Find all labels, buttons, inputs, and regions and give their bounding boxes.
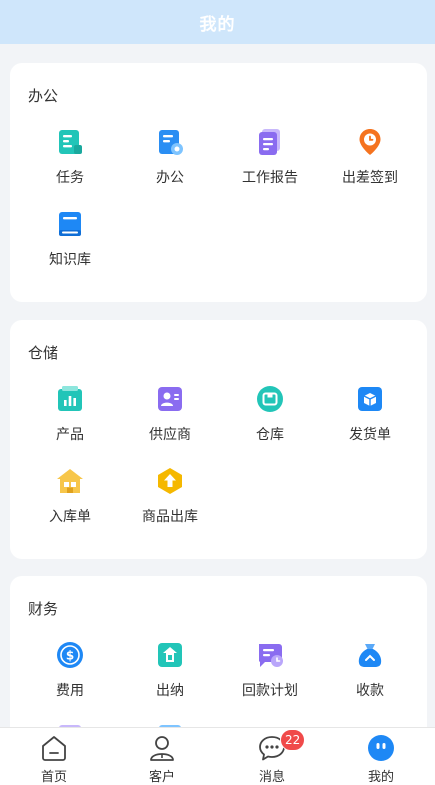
tab-home[interactable]: 首页 [0, 728, 108, 785]
grid-item-product[interactable]: 产品 [18, 382, 122, 444]
warehouse-icon [257, 386, 283, 412]
page-title: 我的 [199, 14, 236, 35]
tab-label: 客户 [148, 770, 175, 785]
content-area[interactable]: 办公 任务 办公 工作报告 出差签到 知识库 仓储 产品 供应商 仓库 发货单 … [0, 44, 435, 727]
bottom-tab-bar: 首页 客户 消息 22 我的 [0, 727, 435, 785]
svg-text:$: $ [66, 649, 74, 663]
grid-item-cashier[interactable]: 出纳 [118, 638, 222, 700]
grid-item-label: 入库单 [49, 509, 91, 525]
section-title-finance: 财务 [28, 600, 59, 618]
section-title-office: 办公 [28, 87, 59, 105]
grid-item-checkin[interactable]: 出差签到 [318, 125, 422, 187]
product-icon [58, 386, 82, 411]
profile-icon [368, 735, 394, 761]
grid-item-hidden-1[interactable] [18, 720, 122, 727]
grid-item-label: 工作报告 [242, 170, 298, 186]
grid-item-label: 产品 [56, 427, 84, 443]
tab-customer[interactable]: 客户 [108, 728, 216, 785]
grid-item-shipment[interactable]: 发货单 [318, 382, 422, 444]
grid-item-label: 任务 [56, 170, 84, 186]
tab-message[interactable]: 消息 22 [218, 728, 326, 785]
tab-label: 我的 [367, 770, 394, 785]
customer-icon [150, 736, 174, 761]
shipment-icon [358, 387, 382, 411]
grid-item-payment-plan[interactable]: 回款计划 [218, 638, 322, 700]
grid-item-inbound[interactable]: 入库单 [18, 464, 122, 526]
payment-plan-icon [259, 644, 283, 667]
grid-item-office[interactable]: 办公 [118, 125, 222, 187]
tab-label: 首页 [40, 770, 67, 785]
grid-item-collection[interactable]: 收款 [318, 638, 422, 700]
grid-item-label: 回款计划 [242, 683, 298, 699]
grid-item-warehouse[interactable]: 仓库 [218, 382, 322, 444]
tab-label: 消息 [258, 770, 285, 785]
grid-item-label: 发货单 [349, 427, 391, 443]
location-icon [359, 129, 381, 155]
grid-item-label: 收款 [356, 683, 384, 699]
cashier-icon [158, 643, 182, 667]
grid-item-knowledge[interactable]: 知识库 [18, 207, 122, 269]
task-icon [59, 130, 82, 154]
home-icon [42, 736, 66, 761]
grid-item-label: 供应商 [149, 427, 191, 443]
unread-badge: 22 [280, 729, 306, 751]
office-icon [159, 130, 183, 155]
grid-item-expense[interactable]: $ 费用 [18, 638, 122, 700]
storage-section-card: 仓储 产品 供应商 仓库 发货单 入库单 商品出库 [10, 320, 427, 559]
grid-item-label: 办公 [156, 170, 184, 186]
inbound-icon [57, 469, 83, 493]
grid-item-label: 仓库 [256, 427, 284, 443]
grid-item-label: 费用 [56, 683, 84, 699]
grid-item-hidden-2[interactable] [118, 720, 222, 727]
grid-item-label: 出纳 [156, 683, 184, 699]
money-bag-icon [358, 644, 382, 667]
grid-item-label: 知识库 [49, 252, 91, 268]
section-title-storage: 仓储 [28, 344, 59, 362]
grid-item-label: 商品出库 [142, 509, 198, 525]
outbound-icon [158, 468, 182, 494]
grid-item-outbound[interactable]: 商品出库 [118, 464, 222, 526]
book-icon [59, 212, 81, 236]
grid-item-report[interactable]: 工作报告 [218, 125, 322, 187]
grid-item-label: 出差签到 [342, 170, 398, 186]
expense-icon: $ [57, 642, 83, 668]
office-section-card: 办公 任务 办公 工作报告 出差签到 知识库 [10, 63, 427, 302]
supplier-icon [158, 387, 182, 411]
report-icon [259, 129, 280, 155]
tab-profile[interactable]: 我的 [327, 728, 435, 785]
grid-item-task[interactable]: 任务 [18, 125, 122, 187]
grid-item-supplier[interactable]: 供应商 [118, 382, 222, 444]
finance-section-card: 财务 $ 费用 出纳 回款计划 收款 [10, 576, 427, 727]
top-header: 我的 [0, 0, 435, 44]
